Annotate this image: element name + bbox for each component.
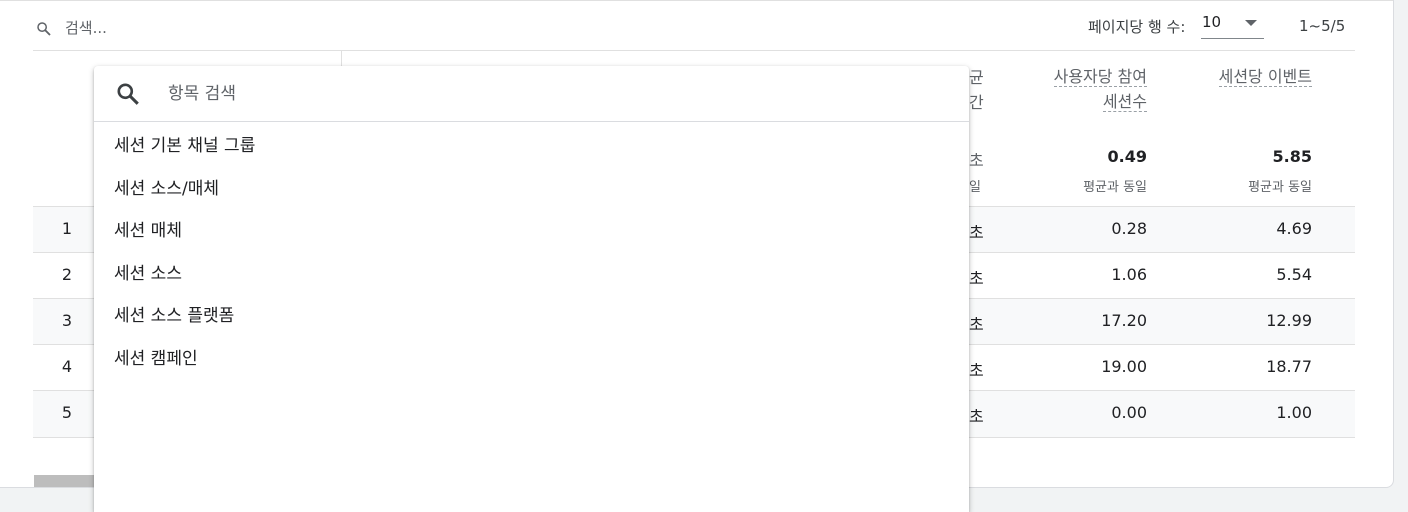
dropdown-item-session-source[interactable]: 세션 소스 [94,250,969,292]
total-engaged-comparison: 평균과 동일 [1083,180,1147,195]
search-icon[interactable] [35,20,53,38]
row-number: 2 [61,265,73,284]
rows-per-page-select[interactable]: 10 [1201,11,1264,39]
horizontal-scrollbar[interactable] [34,475,94,487]
cell-events-per-session: 12.99 [1266,311,1312,330]
cell-engaged-sessions: 0.00 [1111,403,1147,422]
cell-partial: 초 [969,361,984,380]
cell-engaged-sessions: 17.20 [1101,311,1147,330]
row-number: 1 [61,219,73,238]
cell-partial: 초 [969,407,984,426]
cell-engaged-sessions: 19.00 [1101,357,1147,376]
dropdown-search-bar [94,66,969,122]
cell-events-per-session: 5.54 [1276,265,1312,284]
cell-engaged-sessions: 1.06 [1111,265,1147,284]
dropdown-item-session-default-channel-group[interactable]: 세션 기본 채널 그룹 [94,122,969,164]
total-engaged-sessions-per-user: 0.49 [1107,147,1147,166]
dimension-search-input[interactable] [166,80,930,108]
total-events-comparison: 평균과 동일 [1248,180,1312,195]
dropdown-item-session-campaign[interactable]: 세션 캠페인 [94,335,969,377]
search-icon [117,83,139,105]
cell-events-per-session: 1.00 [1276,403,1312,422]
table-search-input[interactable]: 검색... [65,17,107,38]
dimension-dropdown: 세션 기본 채널 그룹 세션 소스/매체 세션 매체 세션 소스 세션 소스 플… [94,66,969,512]
row-number: 5 [61,403,73,422]
partial-header-line2: 간 [969,93,984,112]
rows-per-page-value: 10 [1202,13,1222,31]
partial-header-line1: 균 [969,68,984,87]
total-partial-sub: 일 [969,180,981,195]
cell-events-per-session: 18.77 [1266,357,1312,376]
header-engaged-sessions-per-user[interactable]: 사용자당 참여 세션수 [1020,64,1147,114]
cell-events-per-session: 4.69 [1276,219,1312,238]
dropdown-item-session-source-medium[interactable]: 세션 소스/매체 [94,165,969,207]
cell-partial: 초 [969,315,984,334]
header-events-per-session[interactable]: 세션당 이벤트 [1180,64,1312,89]
cell-engaged-sessions: 0.28 [1111,219,1147,238]
dropdown-item-session-source-platform[interactable]: 세션 소스 플랫폼 [94,292,969,334]
divider [33,50,1355,51]
total-partial-value: 초 [969,151,984,170]
rows-per-page-label: 페이지당 행 수: [1088,18,1186,36]
pagination-range: 1~5/5 [1299,17,1346,35]
cell-partial: 초 [969,269,984,288]
dropdown-item-session-medium[interactable]: 세션 매체 [94,207,969,249]
chevron-down-icon [1245,20,1257,26]
divider [0,0,1393,1]
total-events-per-session: 5.85 [1272,147,1312,166]
row-number: 4 [61,357,73,376]
cell-partial: 초 [969,223,984,242]
row-number: 3 [61,311,73,330]
